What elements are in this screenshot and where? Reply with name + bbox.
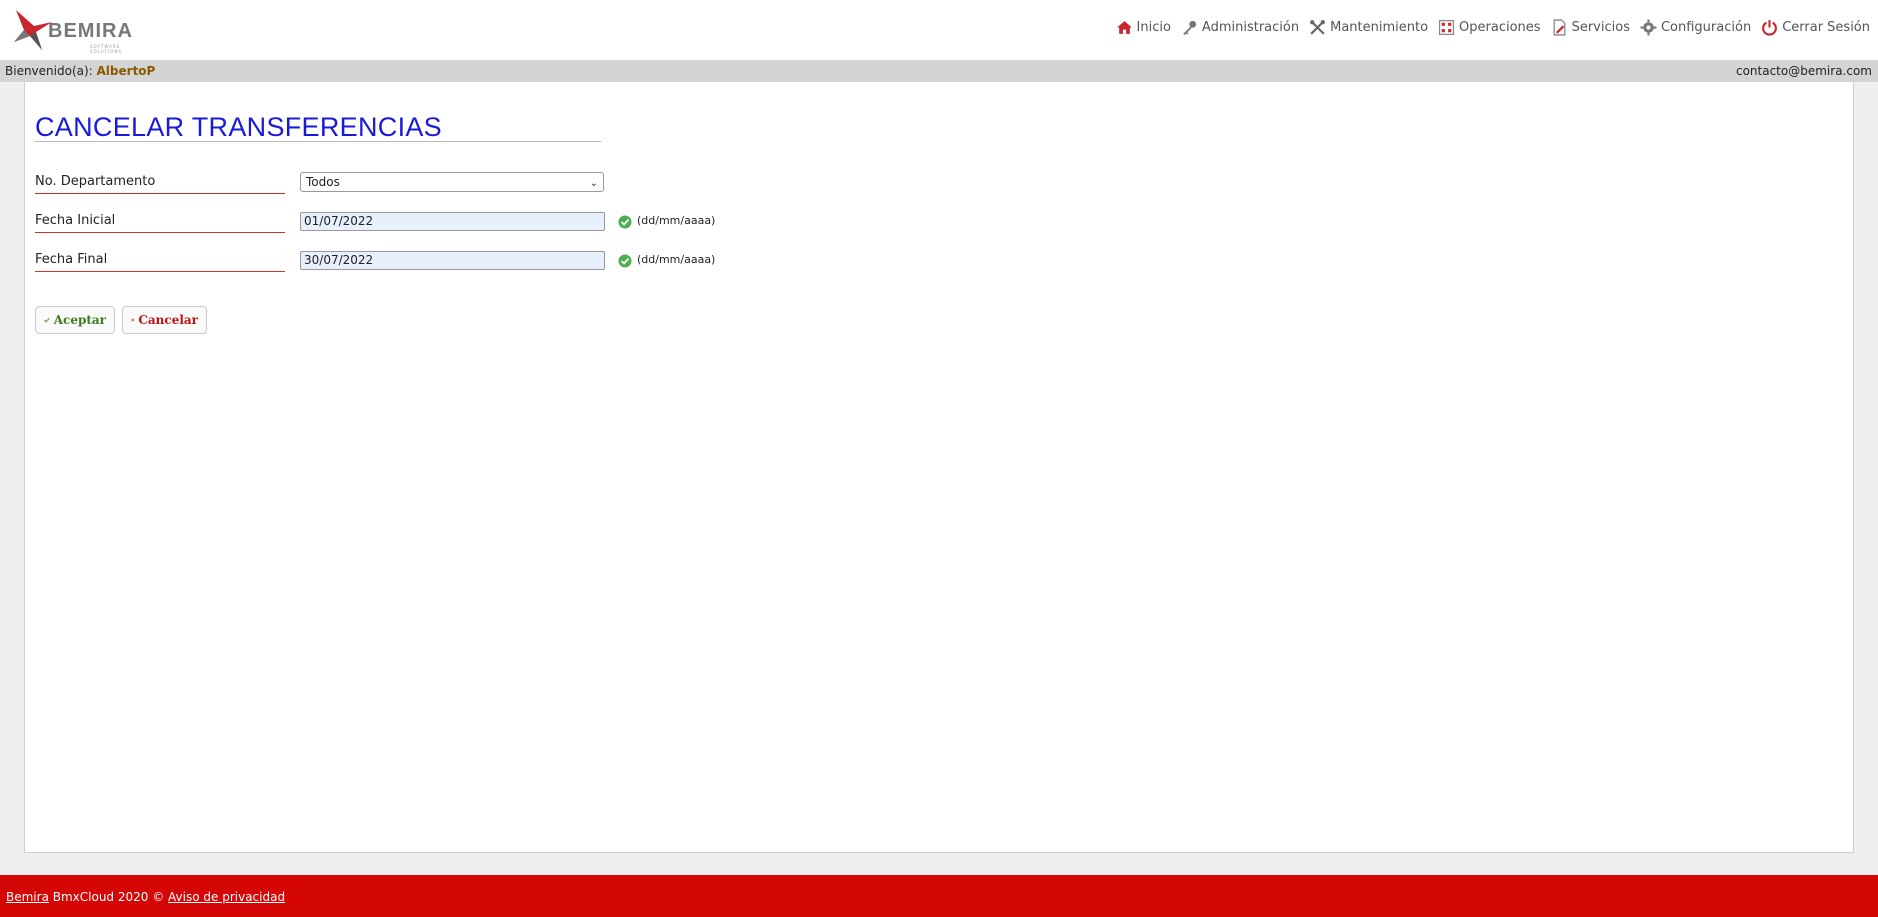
top-header: BEMIRA SOFTWARE SOLUTIONS Inicio Adminis… bbox=[0, 0, 1878, 60]
calculator-icon bbox=[1439, 19, 1455, 35]
accept-label: Aceptar bbox=[53, 313, 106, 327]
nav-item-servicios[interactable]: Servicios bbox=[1551, 18, 1630, 36]
page-title: CANCELAR TRANSFERENCIAS bbox=[35, 112, 442, 142]
end-date-row: Fecha Final 30/07/2022 (dd/mm/aaaa) bbox=[35, 251, 935, 274]
privacy-notice-link[interactable]: Aviso de privacidad bbox=[168, 890, 285, 904]
document-edit-icon bbox=[1553, 18, 1566, 36]
gear-icon bbox=[1640, 19, 1657, 35]
footer-brand-link[interactable]: Bemira bbox=[6, 890, 49, 904]
nav-item-inicio[interactable]: Inicio bbox=[1116, 19, 1171, 36]
end-date-label: Fecha Final bbox=[35, 252, 285, 272]
nav-label: Cerrar Sesión bbox=[1782, 19, 1870, 35]
title-divider bbox=[35, 141, 601, 142]
tools-icon bbox=[1310, 19, 1326, 35]
bemira-logo[interactable]: BEMIRA SOFTWARE SOLUTIONS bbox=[12, 8, 142, 54]
start-date-row: Fecha Inicial 01/07/2022 (dd/mm/aaaa) bbox=[35, 212, 935, 235]
nav-item-administracion[interactable]: Administración bbox=[1181, 19, 1299, 36]
close-icon bbox=[131, 318, 135, 322]
nav-item-configuracion[interactable]: Configuración bbox=[1640, 19, 1751, 36]
start-date-format-hint: (dd/mm/aaaa) bbox=[637, 214, 716, 227]
end-date-format-hint: (dd/mm/aaaa) bbox=[637, 253, 716, 266]
welcome-bar: Bienvenido(a): AlbertoP contacto@bemira.… bbox=[0, 60, 1878, 82]
nav-label: Mantenimiento bbox=[1330, 19, 1429, 35]
star-logo-icon bbox=[14, 10, 52, 50]
nav-label: Administración bbox=[1201, 19, 1300, 35]
home-icon bbox=[1116, 20, 1132, 34]
content-frame: CANCELAR TRANSFERENCIAS No. Departamento… bbox=[0, 82, 1878, 875]
check-circle-icon bbox=[618, 215, 632, 229]
checkmark-icon bbox=[44, 317, 50, 323]
main-nav: Inicio Administración Mantenimiento Oper… bbox=[1106, 17, 1870, 37]
footer-copyright: BmxCloud 2020 © bbox=[48, 890, 169, 904]
power-icon bbox=[1762, 19, 1778, 36]
department-row: No. Departamento Todos ⌄ bbox=[35, 172, 935, 196]
nav-label: Inicio bbox=[1136, 19, 1171, 35]
end-date-input[interactable]: 30/07/2022 bbox=[300, 251, 605, 270]
footer: Bemira BmxCloud 2020 © Aviso de privacid… bbox=[0, 875, 1878, 917]
contact-email: contacto@bemira.com bbox=[1735, 64, 1872, 78]
footer-content: Bemira BmxCloud 2020 © Aviso de privacid… bbox=[6, 890, 285, 904]
key-icon bbox=[1183, 20, 1197, 35]
start-date-label: Fecha Inicial bbox=[35, 213, 285, 233]
check-circle-icon bbox=[618, 254, 632, 268]
department-selected-value: Todos bbox=[306, 175, 340, 189]
nav-item-operaciones[interactable]: Operaciones bbox=[1438, 19, 1541, 36]
cancel-label: Cancelar bbox=[138, 313, 198, 327]
department-select[interactable]: Todos ⌄ bbox=[300, 172, 604, 192]
nav-item-cerrar-sesion[interactable]: Cerrar Sesión bbox=[1761, 19, 1870, 36]
welcome-message: Bienvenido(a): AlbertoP bbox=[5, 64, 155, 78]
chevron-down-icon: ⌄ bbox=[589, 178, 598, 189]
nav-label: Servicios bbox=[1571, 19, 1630, 35]
start-date-input[interactable]: 01/07/2022 bbox=[300, 212, 605, 231]
nav-label: Configuración bbox=[1660, 19, 1752, 35]
welcome-username: AlbertoP bbox=[96, 64, 156, 78]
accept-button[interactable]: Aceptar bbox=[35, 306, 115, 334]
main-panel: CANCELAR TRANSFERENCIAS No. Departamento… bbox=[24, 82, 1854, 853]
cancel-button[interactable]: Cancelar bbox=[122, 306, 207, 334]
nav-label: Operaciones bbox=[1459, 19, 1541, 35]
nav-item-mantenimiento[interactable]: Mantenimiento bbox=[1309, 19, 1428, 36]
brand-tagline: SOFTWARE SOLUTIONS bbox=[90, 44, 122, 54]
welcome-prefix: Bienvenido(a): bbox=[5, 64, 97, 78]
department-label: No. Departamento bbox=[35, 174, 285, 194]
brand-name: BEMIRA bbox=[48, 20, 133, 42]
